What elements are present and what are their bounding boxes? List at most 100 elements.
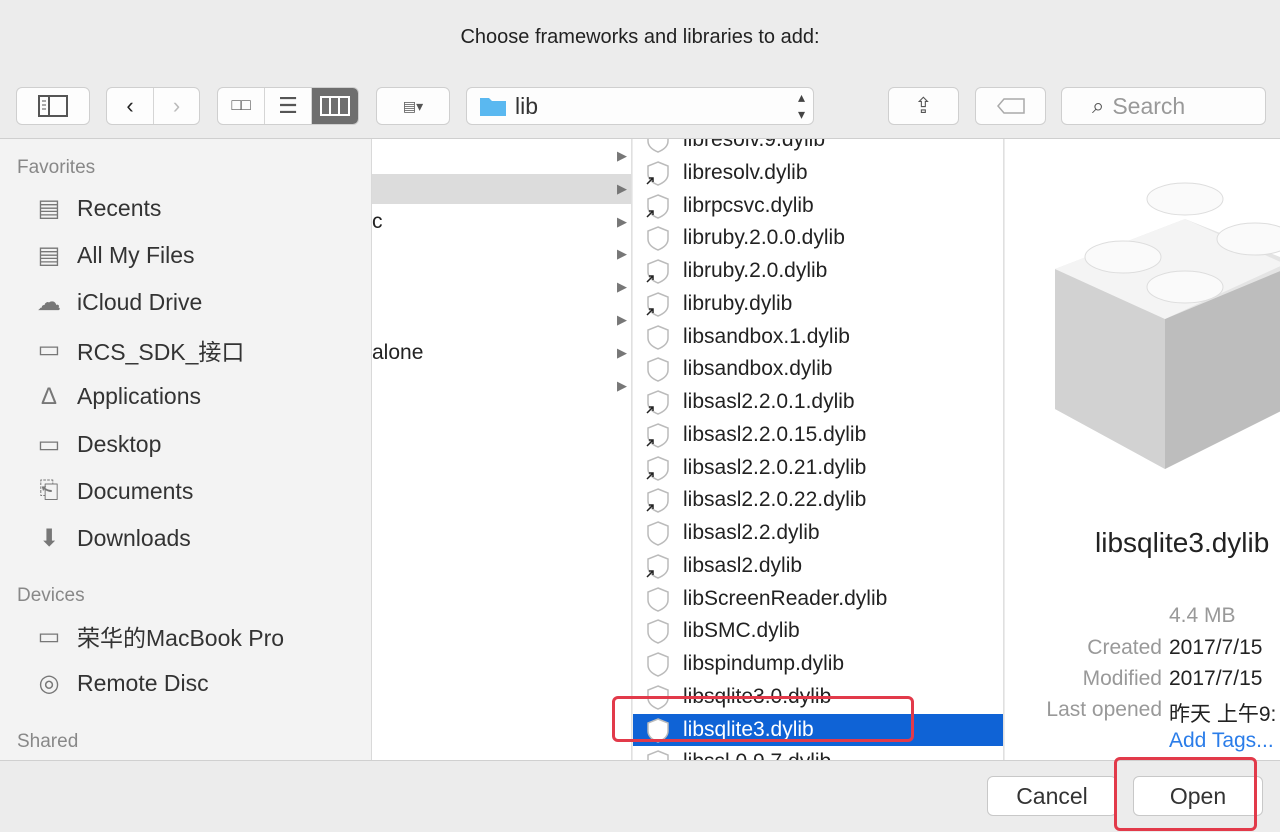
disclosure-arrow-icon: ▶ [617,377,627,393]
dylib-file-icon [645,749,671,760]
file-row[interactable]: libssl.0.9.7.dylib [633,746,1003,760]
sidebar-item[interactable]: ▭ Desktop [32,427,162,461]
file-row[interactable]: libsasl2.2.0.22.dylib [633,484,1003,516]
file-name: libssl.0.9.7.dylib [683,750,831,760]
file-name: libsasl2.2.dylib [683,521,820,544]
file-row[interactable]: libsandbox.dylib [633,353,1003,385]
dylib-file-icon [645,291,671,317]
file-row[interactable]: libruby.2.0.0.dylib [633,222,1003,254]
search-icon: ⌕ [1092,93,1105,118]
file-row[interactable]: librpcsvc.dylib [633,190,1003,222]
file-row[interactable]: libsasl2.2.0.15.dylib [633,419,1003,451]
folder-row[interactable]: alone ▶ [372,338,631,368]
cloud-icon: ☁ [37,288,61,316]
sidebar-item-label: Recents [77,194,162,221]
file-name: libsasl2.dylib [683,553,803,577]
file-row[interactable]: libresolv.9.dylib [633,139,1003,156]
column-view-button[interactable] [311,88,358,124]
folder-row[interactable]: ▶ [372,173,631,204]
sidebar-item-label: iCloud Drive [77,288,203,315]
folder-name: c [372,209,383,233]
file-name: libsasl2.2.0.21.dylib [683,455,867,479]
folder-row[interactable]: ▶ [372,141,631,171]
dylib-file-icon [645,651,671,677]
file-name: libruby.dylib [683,291,793,315]
folder-row[interactable]: ▶ [372,371,631,401]
sidebar-item[interactable]: ⬇ Downloads [32,521,191,555]
file-row[interactable]: libsasl2.2.dylib [633,517,1003,549]
list-view-button[interactable]: ☰ [265,88,312,124]
share-icon: ⇪ [914,93,933,118]
file-row[interactable]: libruby.2.0.dylib [633,255,1003,287]
file-name: libsasl2.2.0.1.dylib [683,390,855,413]
file-row[interactable]: libsasl2.dylib [633,550,1003,582]
folder-row[interactable]: c ▶ [372,207,631,237]
sidebar-item-label: Downloads [77,524,191,551]
file-name: libruby.2.0.0.dylib [683,226,845,250]
file-row[interactable]: libruby.dylib [633,288,1003,320]
created-value: 2017/7/15 [1169,636,1263,659]
add-tags-link[interactable]: Add Tags... [1169,729,1274,753]
dylib-file-icon [645,225,671,252]
sidebar-icon [38,95,68,117]
sidebar-item-label: Desktop [77,430,162,457]
dylib-file-icon [645,193,671,219]
list-icon: ☰ [278,93,298,118]
chevron-left-icon: ‹ [126,93,134,118]
file-row[interactable]: libSMC.dylib [633,615,1003,647]
laptop-icon: ▭ [37,622,61,650]
sidebar-item-label: Documents [77,477,194,504]
file-row[interactable]: libresolv.dylib [633,157,1003,189]
forward-button[interactable]: › [154,88,199,124]
disclosure-arrow-icon: ▶ [617,246,627,262]
cancel-button[interactable]: Cancel [987,776,1117,816]
file-row[interactable]: libsandbox.1.dylib [633,321,1003,353]
preview-pane: libsqlite3.dylib 4.4 MB Created 2017/7/1… [1005,139,1280,760]
sidebar-item[interactable]: ∆ Applications [32,380,201,414]
recents-icon: ▤ [37,194,61,222]
sidebar-item[interactable]: ☁ iCloud Drive [32,285,202,319]
tag-icon [996,98,1025,114]
sidebar-item[interactable]: ▤ Recents [32,191,162,225]
sidebar-item[interactable]: ▤ All My Files [32,238,195,272]
dylib-file-icon [645,422,671,448]
icon-view-button[interactable]: □□ [218,88,266,124]
sidebar-item[interactable]: ▭ RCS_SDK_接口 [32,333,245,367]
applications-icon: ∆ [41,382,57,410]
columns-icon [319,96,350,116]
devices-header: Devices [17,585,85,606]
sidebar-item-label: All My Files [77,241,195,268]
up-down-chevron-icon: ▴ ▾ [797,89,805,122]
folder-icon [480,98,506,116]
folder-row[interactable]: ▶ [372,305,631,335]
file-row[interactable]: libspindump.dylib [633,648,1003,680]
file-row[interactable]: libsasl2.2.0.1.dylib [633,386,1003,418]
file-name: librpcsvc.dylib [683,193,814,217]
sidebar-item[interactable]: ◎ Remote Disc [32,666,209,700]
arrange-button[interactable]: ▤▾ [376,87,450,125]
sidebar-toggle-button[interactable] [16,87,90,125]
search-input[interactable]: ⌕ Search [1061,87,1266,125]
dylib-file-icon [645,324,671,350]
disc-icon: ◎ [38,669,60,697]
back-button[interactable]: ‹ [107,88,154,124]
disclosure-arrow-icon: ▶ [617,344,627,360]
file-row[interactable]: libsasl2.2.0.21.dylib [633,452,1003,484]
path-popup[interactable]: lib ▴ ▾ [466,87,814,125]
parent-column: ▶ ▶ c ▶ ▶ ▶ ▶ alone ▶ ▶ [372,139,632,760]
sidebar-item[interactable]: ▭ 荣华的MacBook Pro [32,619,284,653]
search-placeholder: Search [1112,92,1186,119]
file-row[interactable]: libScreenReader.dylib [633,583,1003,615]
folder-row[interactable]: ▶ [372,239,631,269]
sidebar-item[interactable]: ⎗ Documents [32,474,193,508]
shared-header: Shared [17,731,79,752]
dylib-file-icon [645,160,671,186]
sidebar-item-label: RCS_SDK_接口 [77,338,245,365]
folder-row[interactable]: ▶ [372,272,631,302]
share-button[interactable]: ⇪ [888,87,959,125]
dylib-file-icon [645,389,671,415]
file-name: libSMC.dylib [683,619,800,643]
tags-button[interactable] [975,87,1046,125]
dialog-title: Choose frameworks and libraries to add: [460,26,820,48]
disclosure-arrow-icon: ▶ [617,312,627,327]
